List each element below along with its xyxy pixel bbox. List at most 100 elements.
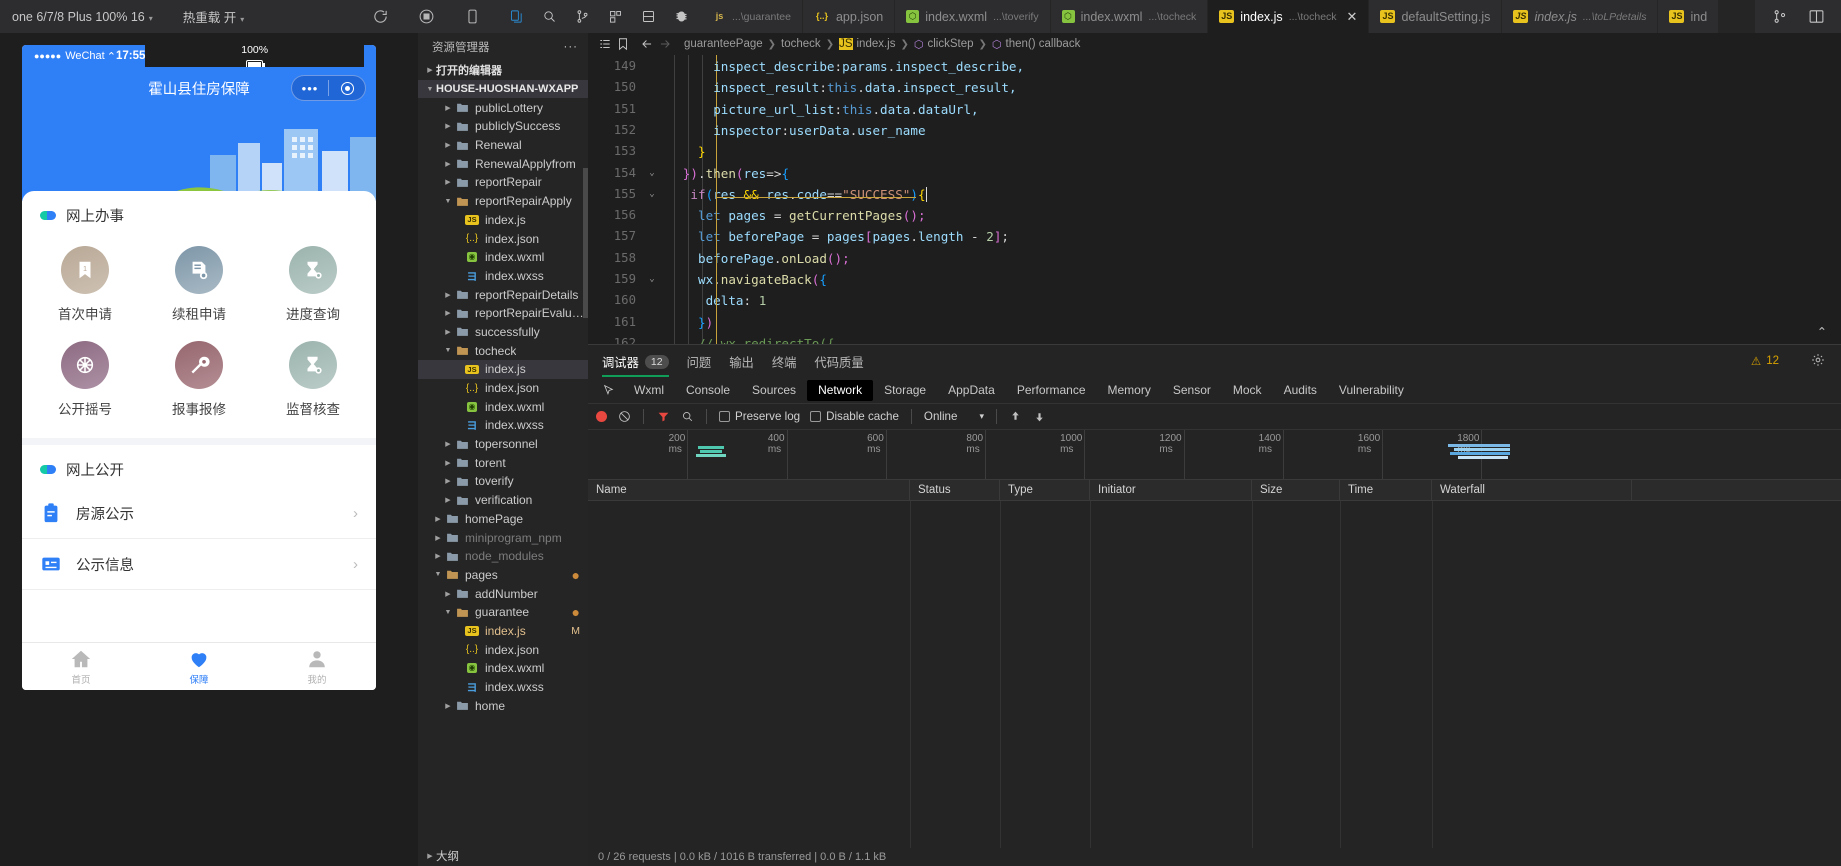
- stop-record-icon[interactable]: [417, 7, 436, 26]
- import-har-icon[interactable]: [1009, 410, 1023, 424]
- code-line[interactable]: 162 // wx.redirectTo({: [588, 333, 1841, 344]
- code-line[interactable]: 158 beforePage.onLoad();: [588, 248, 1841, 269]
- breadcrumb-item-tocheck[interactable]: tocheck: [781, 38, 821, 50]
- warning-count[interactable]: ⚠ 12: [1751, 354, 1779, 368]
- export-har-icon[interactable]: [1033, 410, 1047, 424]
- table-column-header[interactable]: Waterfall: [1432, 479, 1632, 501]
- more-dots-icon[interactable]: •••: [292, 81, 328, 96]
- collapse-panel-icon[interactable]: ⌃: [1817, 325, 1827, 339]
- tab-performance[interactable]: Performance: [1006, 380, 1097, 401]
- preserve-log-checkbox[interactable]: Preserve log: [719, 410, 800, 423]
- back-arrow-icon[interactable]: [638, 37, 656, 51]
- breadcrumb-item-clickStep[interactable]: ⬡ clickStep: [914, 38, 974, 51]
- tree-file[interactable]: ヨ index.wxss: [418, 267, 588, 286]
- fold-chevron-icon[interactable]: ⌄: [644, 269, 660, 290]
- layout-panel-icon[interactable]: [640, 8, 657, 25]
- editor-tab[interactable]: JS index.js ...\toLPdetails: [1502, 0, 1659, 33]
- code-line[interactable]: 153}: [588, 141, 1841, 162]
- tree-folder[interactable]: ▼ reportRepairApply: [418, 192, 588, 211]
- editor-tab[interactable]: JS defaultSetting.js: [1369, 0, 1503, 33]
- tree-folder[interactable]: ▶ reportRepair: [418, 173, 588, 192]
- tree-file[interactable]: JS index.js: [418, 211, 588, 230]
- outline-icon[interactable]: [596, 37, 614, 51]
- code-line[interactable]: 155 ⌄ if(res && res.code=="SUCCESS"){: [588, 184, 1841, 205]
- table-column-header[interactable]: Time: [1340, 479, 1432, 501]
- explorer-tree[interactable]: ▶ publicLottery ▶ publiclySuccess ▶ Renewal ▶ R…: [418, 98, 588, 846]
- fold-chevron-icon[interactable]: ⌄: [644, 163, 660, 184]
- explorer-files-icon[interactable]: [508, 8, 525, 25]
- devtools-tab-problems[interactable]: 问题: [687, 345, 712, 377]
- tab-audits[interactable]: Audits: [1273, 380, 1328, 401]
- tree-folder[interactable]: ▶ publicLottery: [418, 98, 588, 117]
- grid-item-first-application[interactable]: 1 首次申请: [28, 238, 142, 333]
- tree-file[interactable]: {..} index.json: [418, 229, 588, 248]
- extensions-icon[interactable]: [607, 8, 624, 25]
- devtools-tab-output[interactable]: 输出: [729, 345, 754, 377]
- wechat-capsule[interactable]: •••: [291, 75, 366, 101]
- tab-memory[interactable]: Memory: [1097, 380, 1162, 401]
- tabbar-item-guarantee[interactable]: 保障: [140, 643, 258, 690]
- hot-reload-select[interactable]: 热重载 开 ▾: [177, 7, 251, 26]
- tab-appdata[interactable]: AppData: [937, 380, 1006, 401]
- editor-tab[interactable]: {..} app.json: [802, 0, 896, 33]
- tree-file[interactable]: ◉ index.wxml: [418, 397, 588, 416]
- split-editor-icon[interactable]: [1808, 8, 1825, 25]
- tree-folder[interactable]: ▼ tocheck: [418, 341, 588, 360]
- network-overview-timeline[interactable]: 200 ms 400 ms 600 ms 800 ms 1000 ms 1200 ms 14…: [588, 430, 1841, 480]
- explorer-section-project[interactable]: ▼ HOUSE-HUOSHAN-WXAPP: [418, 79, 588, 99]
- tab-wxml[interactable]: Wxml: [623, 380, 675, 401]
- code-line[interactable]: 149 inspect_describe:params.inspect_descr…: [588, 56, 1841, 77]
- list-item-disclosure-info[interactable]: 公示信息 ›: [22, 539, 376, 590]
- tree-folder[interactable]: ▼ guarantee ●: [418, 603, 588, 622]
- tree-folder[interactable]: ▶ home: [418, 696, 588, 715]
- inspect-element-icon[interactable]: [594, 380, 623, 401]
- clear-icon[interactable]: [617, 410, 631, 424]
- code-line[interactable]: 151 picture_url_list:this.data.dataUrl,: [588, 99, 1841, 120]
- tab-mock[interactable]: Mock: [1222, 380, 1273, 401]
- disable-cache-checkbox[interactable]: Disable cache: [810, 410, 899, 423]
- code-line[interactable]: 159 ⌄wx.navigateBack({: [588, 269, 1841, 290]
- explorer-section-outline[interactable]: ▶ 大纲: [418, 846, 588, 866]
- code-line[interactable]: 154 ⌄}).then(res=>{: [588, 163, 1841, 184]
- code-line[interactable]: 160 delta: 1: [588, 290, 1841, 311]
- tree-file[interactable]: JS index.js: [418, 360, 588, 379]
- grid-item-supervision-check[interactable]: 监督核查: [256, 333, 370, 428]
- more-actions-icon[interactable]: ···: [564, 41, 579, 53]
- tab-vulnerability[interactable]: Vulnerability: [1328, 380, 1415, 401]
- grid-item-progress-query[interactable]: 进度查询: [256, 238, 370, 333]
- grid-item-public-lottery[interactable]: 公开摇号: [28, 333, 142, 428]
- tree-folder[interactable]: ▶ verification: [418, 491, 588, 510]
- throttle-select[interactable]: Online ▾: [924, 410, 984, 423]
- tree-file[interactable]: {..} index.json: [418, 379, 588, 398]
- devtools-tab-terminal[interactable]: 终端: [772, 345, 797, 377]
- editor-tab[interactable]: ⬡ index.wxml ...\tocheck: [1050, 0, 1209, 33]
- tab-storage[interactable]: Storage: [873, 380, 937, 401]
- search-icon[interactable]: [541, 8, 558, 25]
- device-select[interactable]: one 6/7/8 Plus 100% 16 ▾: [6, 10, 159, 24]
- code-line[interactable]: 156 let pages = getCurrentPages();: [588, 205, 1841, 226]
- tabbar-item-profile[interactable]: 我的: [258, 643, 376, 690]
- list-item-housing-announcement[interactable]: 房源公示 ›: [22, 488, 376, 539]
- device-toggle-icon[interactable]: [463, 7, 482, 26]
- explorer-section-open-editors[interactable]: ▶ 打开的编辑器: [418, 61, 588, 80]
- fold-chevron-icon[interactable]: ⌄: [644, 184, 660, 205]
- devtools-tab-debugger[interactable]: 调试器 12: [602, 345, 669, 377]
- tree-folder[interactable]: ▶ node_modules: [418, 547, 588, 566]
- tree-file[interactable]: ◉ index.wxml: [418, 248, 588, 267]
- tree-file[interactable]: {..} index.json: [418, 640, 588, 659]
- tree-file[interactable]: JS index.js M: [418, 622, 588, 641]
- grid-item-renewal-application[interactable]: 续租申请: [142, 238, 256, 333]
- tree-folder[interactable]: ▶ RenewalApplyfrom: [418, 154, 588, 173]
- source-control-icon[interactable]: [1771, 8, 1788, 25]
- tab-sensor[interactable]: Sensor: [1162, 380, 1222, 401]
- table-column-header[interactable]: Name: [588, 479, 910, 501]
- editor-tab[interactable]: ⬡ index.wxml ...\toverify: [895, 0, 1051, 33]
- tree-folder[interactable]: ▶ addNumber: [418, 584, 588, 603]
- code-line[interactable]: 157 let beforePage = pages[pages.length -…: [588, 226, 1841, 247]
- devtools-tab-code-quality[interactable]: 代码质量: [814, 345, 863, 377]
- bookmark-icon[interactable]: [614, 37, 632, 51]
- search-icon[interactable]: [680, 410, 694, 424]
- code-line[interactable]: 152 inspector:userData.user_name: [588, 120, 1841, 141]
- code-line[interactable]: 161}): [588, 312, 1841, 333]
- tab-console[interactable]: Console: [675, 380, 741, 401]
